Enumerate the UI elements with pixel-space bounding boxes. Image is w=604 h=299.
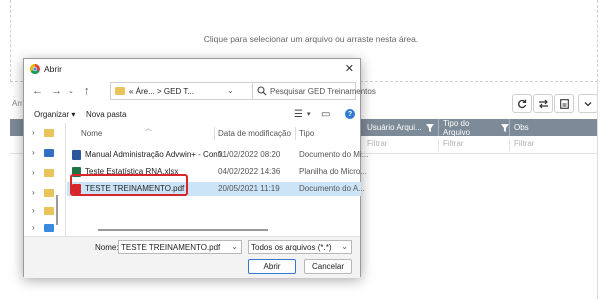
chevron-right-icon[interactable]: › xyxy=(32,188,35,197)
chevron-right-icon[interactable]: › xyxy=(32,223,35,232)
organize-menu[interactable]: Organizar ▾ xyxy=(34,110,75,119)
column-type[interactable]: Tipo xyxy=(299,129,314,138)
filename-input[interactable]: TESTE TREINAMENTO.pdf ⌄ xyxy=(118,240,242,254)
filter-input-obs[interactable]: Filtrar xyxy=(510,139,598,151)
chevron-down-icon xyxy=(584,101,592,106)
chevron-right-icon[interactable]: › xyxy=(32,168,35,177)
filter-icon[interactable] xyxy=(425,123,434,132)
refresh-icon xyxy=(518,99,527,108)
dropzone-text: Clique para selecionar um arquivo ou arr… xyxy=(203,33,419,44)
export-button[interactable] xyxy=(554,94,574,113)
help-icon[interactable]: ? xyxy=(345,109,355,119)
navigation-bar: ← → ⌄ ↑ « Áre... > GED T... ⌄ ↻ Pesquisa… xyxy=(24,82,376,102)
folder-icon xyxy=(44,224,54,232)
export-icon xyxy=(559,98,569,109)
column-name[interactable]: Nome xyxy=(81,129,102,138)
file-row[interactable]: Manual Administração Advwin+ - Confi... … xyxy=(67,148,368,162)
column-header-usuario[interactable]: Usuário Arqui... xyxy=(363,119,439,136)
column-header-obs[interactable]: Obs xyxy=(510,119,598,136)
file-date: 01/02/2022 08:20 xyxy=(218,150,281,159)
back-icon[interactable]: ← xyxy=(32,85,43,97)
swap-button[interactable] xyxy=(533,94,553,113)
filename-value: TESTE TREINAMENTO.pdf xyxy=(121,243,221,252)
partial-label: Arr xyxy=(12,99,23,108)
sort-ascending-icon: ︿ xyxy=(145,125,152,132)
filter-icon[interactable] xyxy=(501,123,509,132)
filename-label: Nome: xyxy=(95,243,119,252)
folder-icon xyxy=(44,169,54,177)
column-divider[interactable] xyxy=(214,127,215,140)
tree-scrollbar[interactable] xyxy=(56,195,58,225)
file-name: Manual Administração Advwin+ - Confi... xyxy=(85,150,229,159)
column-label: Obs xyxy=(514,123,529,132)
navigation-pane: › › › › › › xyxy=(24,123,66,236)
file-type: Documento do Mi... xyxy=(299,150,369,159)
search-input[interactable]: Pesquisar GED Treinamentos xyxy=(252,82,376,100)
folder-icon xyxy=(44,207,54,215)
filetype-value: Todos os arquivos (*.*) xyxy=(251,243,332,252)
tree-item[interactable]: › xyxy=(32,222,66,236)
refresh-button[interactable] xyxy=(512,94,532,113)
folder-icon xyxy=(44,189,54,197)
onedrive-icon xyxy=(44,149,54,157)
dialog-titlebar[interactable]: Abrir ✕ xyxy=(24,59,360,79)
forward-icon[interactable]: → xyxy=(51,85,62,97)
file-type: Planilha do Micro... xyxy=(299,167,368,176)
chrome-logo-icon xyxy=(30,64,40,74)
search-placeholder: Pesquisar GED Treinamentos xyxy=(270,87,376,96)
file-type: Documento do A... xyxy=(299,184,365,193)
open-button[interactable]: Abrir xyxy=(248,259,296,274)
chevron-down-icon[interactable]: ⌄ xyxy=(341,242,348,251)
cancel-button[interactable]: Cancelar xyxy=(304,259,352,274)
address-bar[interactable]: « Áre... > GED T... ⌄ ↻ xyxy=(110,82,266,100)
swap-icon xyxy=(538,99,548,108)
file-date: 04/02/2022 14:36 xyxy=(218,167,281,176)
tree-item[interactable]: › xyxy=(32,167,66,181)
more-options-button[interactable] xyxy=(578,94,598,113)
new-folder-button[interactable]: Nova pasta xyxy=(86,110,126,119)
chevron-right-icon[interactable]: › xyxy=(32,128,35,137)
address-path: « Áre... > GED T... xyxy=(129,87,194,96)
folder-icon xyxy=(115,87,125,95)
history-chevron-icon[interactable]: ⌄ xyxy=(68,87,74,95)
search-icon xyxy=(257,86,267,96)
column-label: Usuário Arqui... xyxy=(367,123,422,132)
file-date: 20/05/2021 11:19 xyxy=(218,184,280,193)
column-divider[interactable] xyxy=(295,127,296,140)
view-dropdown-icon[interactable]: ▾ xyxy=(307,110,311,118)
tree-item[interactable]: › xyxy=(32,127,66,141)
command-bar: Organizar ▾ Nova pasta ☰ ▾ ▭ ? xyxy=(24,107,360,123)
tree-item[interactable]: › xyxy=(32,187,66,201)
selection-highlight-box xyxy=(70,174,188,196)
filter-input-tipo[interactable]: Filtrar xyxy=(439,139,510,151)
horizontal-scrollbar[interactable] xyxy=(98,229,268,231)
page-border xyxy=(597,82,598,299)
chevron-right-icon[interactable]: › xyxy=(32,206,35,215)
chevron-down-icon[interactable]: ⌄ xyxy=(231,242,238,251)
dialog-title: Abrir xyxy=(44,64,62,74)
folder-icon xyxy=(44,129,54,137)
column-header-tipo[interactable]: Tipo do Arquivo xyxy=(439,118,510,137)
tree-item[interactable]: › xyxy=(32,205,66,219)
filetype-select[interactable]: Todos os arquivos (*.*) ⌄ xyxy=(248,240,352,254)
preview-pane-icon[interactable]: ▭ xyxy=(321,109,330,120)
close-icon[interactable]: ✕ xyxy=(345,62,354,75)
view-options-icon[interactable]: ☰ xyxy=(294,109,303,120)
address-dropdown-icon[interactable]: ⌄ xyxy=(227,86,234,95)
word-icon xyxy=(72,150,81,160)
column-label: Tipo do Arquivo xyxy=(443,118,471,137)
up-icon[interactable]: ↑ xyxy=(84,85,90,97)
dialog-footer: Nome: TESTE TREINAMENTO.pdf ⌄ Todos os a… xyxy=(24,236,360,278)
tree-item[interactable]: › xyxy=(32,147,66,161)
filter-input-usuario[interactable]: Filtrar xyxy=(363,139,439,151)
chevron-right-icon[interactable]: › xyxy=(32,148,35,157)
open-file-dialog: Abrir ✕ ← → ⌄ ↑ « Áre... > GED T... ⌄ ↻ … xyxy=(23,58,376,278)
column-date[interactable]: Data de modificação xyxy=(218,129,291,138)
